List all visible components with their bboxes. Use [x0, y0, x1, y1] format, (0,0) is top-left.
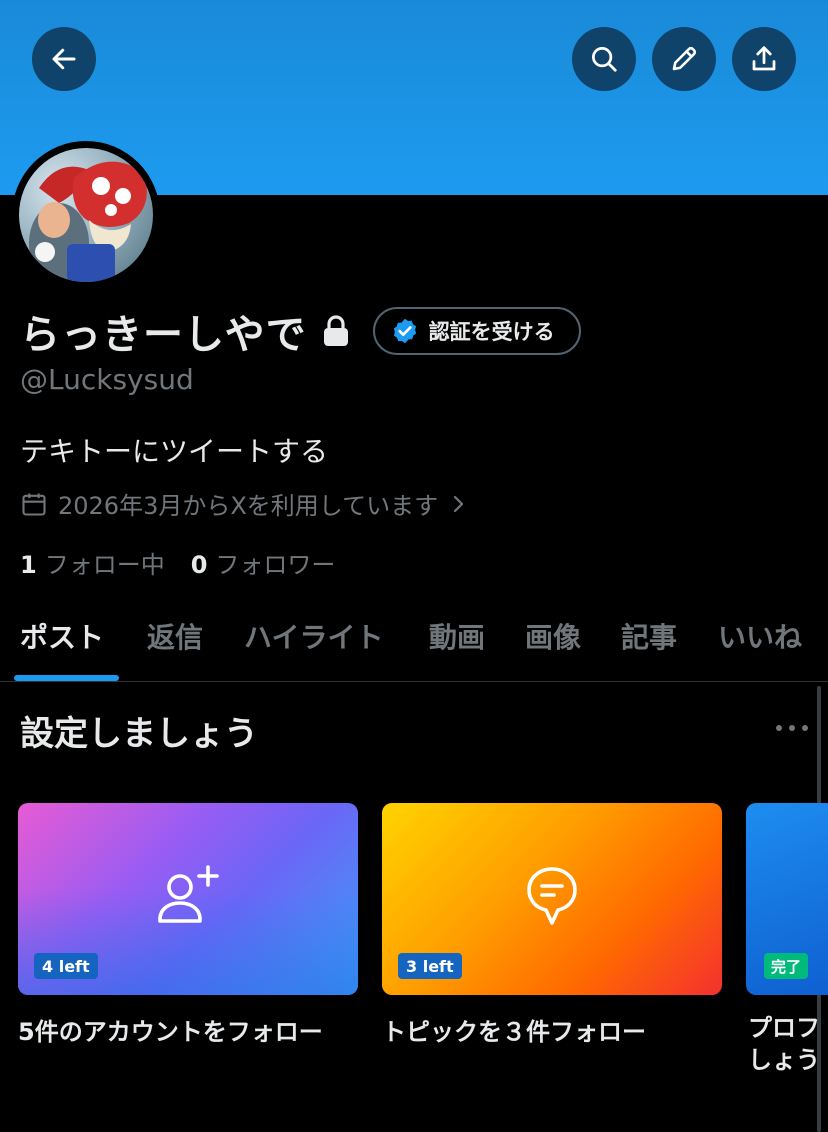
setup-card-follow-topics[interactable]: 3 left	[382, 803, 722, 995]
following-stat[interactable]: 1 フォロー中	[20, 545, 165, 580]
arrow-left-icon	[52, 48, 76, 70]
active-tab-indicator	[14, 675, 119, 681]
remaining-badge: 4 left	[34, 953, 98, 979]
joined-date-text: 2026年3月からXを利用しています	[58, 492, 439, 520]
setup-card-profile[interactable]: 完了	[746, 803, 828, 995]
tab-replies[interactable]: 返信	[147, 616, 203, 656]
completed-badge: 完了	[764, 953, 809, 979]
follow-stats: 1 フォロー中 0 フォロワー	[20, 545, 361, 580]
tab-articles[interactable]: 記事	[621, 616, 677, 656]
chevron-right-icon	[453, 495, 464, 512]
tab-posts[interactable]: ポスト	[20, 616, 104, 656]
calendar-icon	[22, 493, 46, 516]
pencil-icon	[672, 46, 697, 71]
add-user-icon	[158, 865, 219, 923]
remaining-badge: 3 left	[398, 953, 462, 979]
name-row: らっきーしやで 認証を受ける	[20, 303, 581, 359]
tab-videos[interactable]: 動画	[429, 616, 485, 656]
tab-images[interactable]: 画像	[525, 616, 581, 656]
more-options-icon[interactable]	[776, 716, 808, 740]
card-caption: トピックを３件フォロー	[382, 1018, 646, 1046]
followers-stat[interactable]: 0 フォロワー	[191, 545, 336, 580]
card-caption: プロフ しょう	[748, 1014, 820, 1074]
following-count: 1	[20, 551, 37, 579]
setup-section-title: 設定しましょう	[20, 714, 258, 754]
share-icon	[752, 46, 776, 71]
tab-likes[interactable]: いいね	[718, 616, 802, 656]
tab-highlights[interactable]: ハイライト	[244, 616, 383, 656]
back-button[interactable]	[32, 27, 96, 91]
followers-label: フォロワー	[215, 551, 336, 579]
topic-bubble-icon	[527, 867, 577, 925]
verified-badge-icon	[393, 318, 416, 344]
search-icon	[592, 47, 617, 72]
card-caption: 5件のアカウントをフォロー	[18, 1018, 323, 1046]
get-verified-button[interactable]: 認証を受ける	[372, 307, 581, 355]
avatar[interactable]	[19, 148, 153, 282]
edit-profile-button[interactable]	[652, 27, 716, 91]
followers-count: 0	[190, 551, 208, 579]
get-verified-label: 認証を受ける	[428, 320, 555, 344]
profile-bio: テキトーにツイートする	[20, 435, 329, 468]
avatar-image	[29, 161, 147, 282]
user-handle: @Lucksysud	[20, 363, 194, 396]
profile-tabs: ポスト 返信 ハイライト 動画 画像 記事 いいね	[0, 600, 828, 682]
setup-card-follow-accounts[interactable]: 4 left	[18, 803, 358, 995]
share-button[interactable]	[732, 27, 796, 91]
following-label: フォロー中	[44, 551, 165, 579]
lock-icon	[321, 314, 351, 348]
display-name: らっきーしやで	[20, 312, 307, 358]
search-button[interactable]	[572, 27, 636, 91]
joined-date-row[interactable]: 2026年3月からXを利用しています	[20, 486, 468, 521]
